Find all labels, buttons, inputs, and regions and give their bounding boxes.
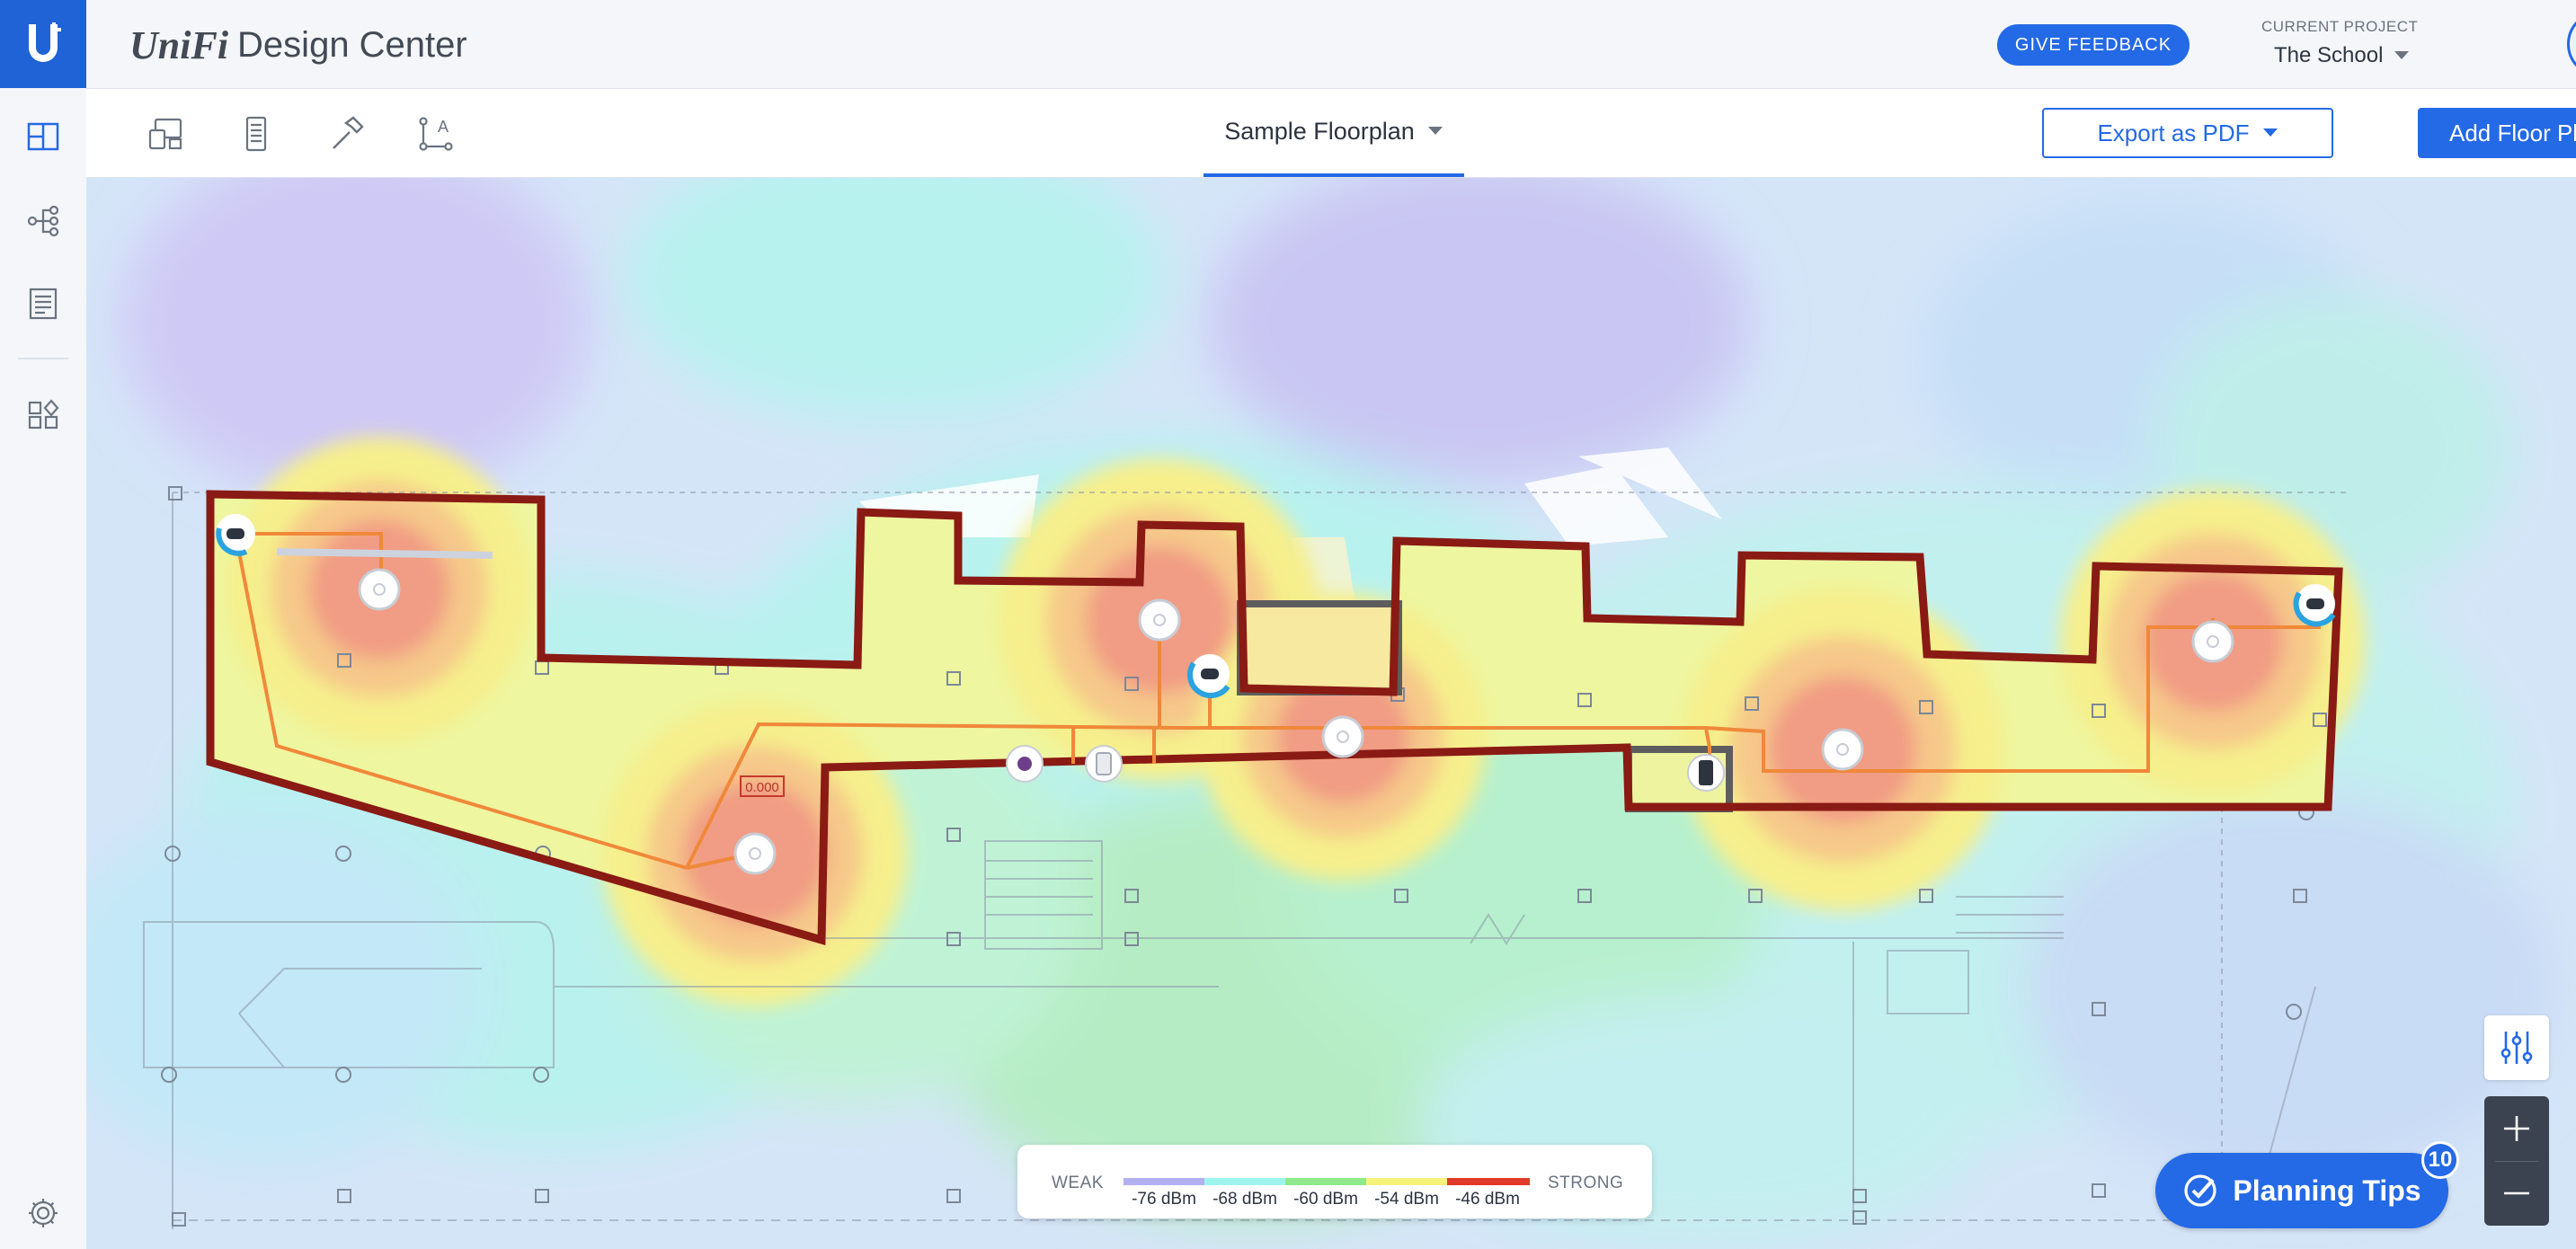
minus-icon: [2504, 1191, 2529, 1195]
hammer-icon[interactable]: [324, 111, 369, 156]
access-point[interactable]: [1321, 715, 1364, 758]
legend-weak: WEAK: [1052, 1174, 1104, 1192]
floorplan-icon[interactable]: [22, 115, 65, 158]
legend-swatch-60: [1285, 1178, 1366, 1185]
access-point[interactable]: [733, 832, 777, 875]
settings-icon[interactable]: [22, 1191, 65, 1235]
current-project-value: The School: [2274, 43, 2384, 67]
legend-swatch-68: [1204, 1178, 1285, 1185]
rack-icon[interactable]: [234, 111, 279, 156]
add-floor-plan-button[interactable]: Add Floor Plan: [2418, 108, 2576, 158]
camera-icon[interactable]: [2293, 584, 2336, 627]
access-point[interactable]: [2191, 620, 2234, 663]
heatmap-settings-button[interactable]: [2484, 1015, 2549, 1080]
bill-of-materials-icon[interactable]: [22, 282, 65, 325]
svg-text:A: A: [438, 118, 449, 136]
zoom-in-button[interactable]: [2484, 1096, 2549, 1161]
signal-legend: WEAK STRONG -76 dBm -68 dBm -60 dBm -54 …: [1017, 1145, 1652, 1218]
floorplan-toolbar: A Sample Floorplan Export as PDF Add Flo…: [86, 89, 2576, 178]
measure-icon[interactable]: A: [413, 111, 458, 156]
user-avatar[interactable]: [2567, 11, 2576, 77]
export-pdf-label: Export as PDF: [2097, 119, 2250, 146]
access-point[interactable]: [1821, 728, 1864, 771]
rail-divider: [18, 358, 68, 359]
chevron-down-icon: [2262, 128, 2278, 137]
zoom-out-button[interactable]: [2484, 1161, 2549, 1226]
give-feedback-button[interactable]: GIVE FEEDBACK: [1997, 24, 2190, 66]
sliders-icon: [2500, 1032, 2533, 1064]
floor-name: Sample Floorplan: [1224, 117, 1415, 145]
app-brand: UniFi Design Center: [129, 20, 467, 70]
planning-tips-button[interactable]: Planning Tips: [2155, 1153, 2448, 1228]
access-point[interactable]: [1138, 598, 1181, 642]
unifi-logo[interactable]: [0, 0, 86, 88]
floorplan-canvas[interactable]: 0.000: [86, 178, 2576, 1249]
brand-logo-text: UniFi: [129, 22, 229, 67]
floor-selector-tab[interactable]: Sample Floorplan: [1204, 89, 1464, 177]
chevron-down-icon: [2394, 51, 2410, 59]
app-name: Design Center: [237, 24, 467, 65]
plus-icon: [2504, 1116, 2529, 1141]
zoom-controls: [2484, 1096, 2549, 1226]
topology-icon[interactable]: [22, 199, 65, 243]
access-point[interactable]: [358, 568, 401, 611]
current-project-dropdown[interactable]: The School: [2261, 43, 2441, 68]
widgets-icon[interactable]: [22, 394, 65, 437]
current-project-label: CURRENT PROJECT: [2261, 18, 2419, 35]
legend-swatch-46: [1447, 1178, 1530, 1185]
left-rail: [0, 0, 87, 1249]
intercom-icon[interactable]: [1085, 745, 1123, 783]
unifi-logo-icon: [29, 22, 61, 62]
legend-strong: STRONG: [1548, 1174, 1624, 1192]
legend-tick: -54 dBm: [1374, 1190, 1439, 1209]
legend-tick: -76 dBm: [1132, 1190, 1196, 1209]
user-icon: [2570, 13, 2576, 75]
legend-swatch-54: [1366, 1178, 1447, 1185]
legend-tick: -60 dBm: [1293, 1190, 1358, 1209]
doorbell-icon[interactable]: [1006, 745, 1044, 783]
chevron-down-icon: [1427, 127, 1443, 135]
check-circle-icon: [2184, 1174, 2216, 1207]
top-header: UniFi Design Center GIVE FEEDBACK CURREN…: [86, 0, 2576, 89]
legend-tick: -68 dBm: [1212, 1190, 1277, 1209]
cable-tray: [276, 548, 493, 559]
camera-icon[interactable]: [1187, 654, 1230, 699]
camera-icon[interactable]: [216, 514, 255, 556]
elevation-label: 0.000: [745, 780, 779, 795]
planning-tips-label: Planning Tips: [2233, 1174, 2421, 1207]
legend-swatch-76: [1124, 1178, 1204, 1185]
switch-icon[interactable]: [1687, 754, 1725, 792]
planning-tips-count-badge: 10: [2421, 1141, 2459, 1179]
current-project-selector[interactable]: CURRENT PROJECT The School: [2261, 18, 2441, 68]
legend-tick: -46 dBm: [1455, 1190, 1520, 1209]
devices-icon[interactable]: [144, 111, 189, 156]
heatmap-svg[interactable]: 0.000: [86, 178, 2576, 1249]
export-pdf-button[interactable]: Export as PDF: [2042, 108, 2333, 158]
